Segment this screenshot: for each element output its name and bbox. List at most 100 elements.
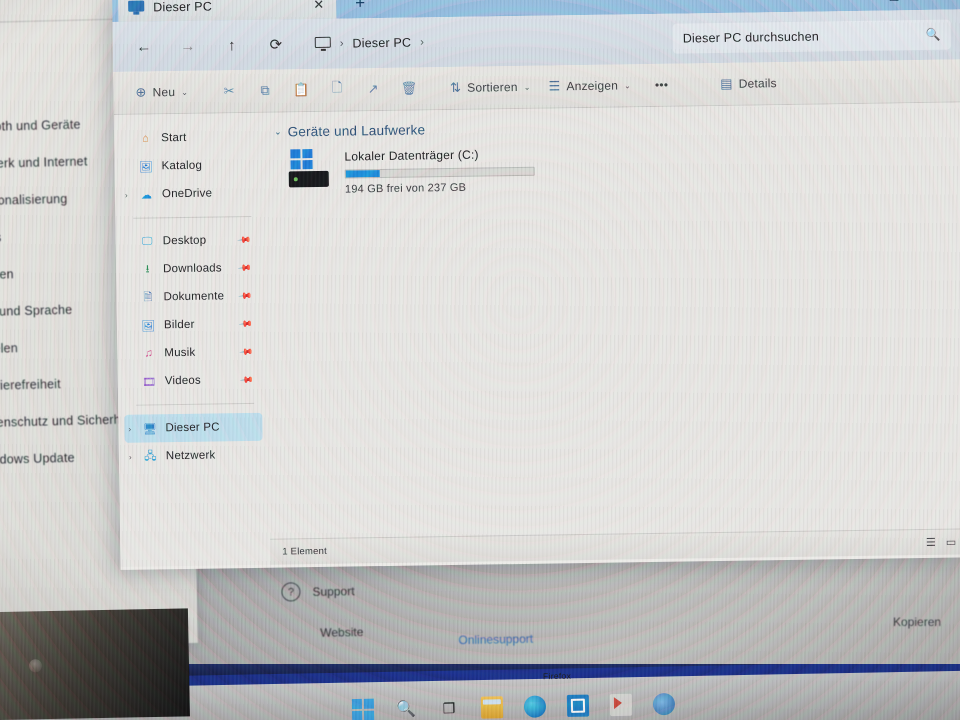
sidebar-item-label: Bilder [163, 318, 195, 332]
chevron-down-icon[interactable]: ⌄ [274, 126, 282, 137]
drive-name-label: Lokaler Datenträger (C:) [344, 147, 479, 164]
close-tab-icon[interactable]: ✕ [309, 0, 328, 13]
rename-button[interactable]: 🗋 [320, 75, 354, 104]
drive-free-label: 194 GB frei von 237 GB [344, 181, 467, 196]
sidebar-item-onedrive[interactable]: › ☁ OneDrive [121, 179, 259, 209]
sidebar-item-musik[interactable]: ♫ Musik 📌 [123, 338, 261, 368]
this-pc-icon [128, 0, 144, 14]
pin-icon[interactable]: 📌 [237, 316, 253, 332]
settings-item-label: Personalisierung [0, 191, 68, 208]
sidebar-item-desktop[interactable]: 🖵 Desktop 📌 [122, 226, 260, 256]
chevron-down-icon: ⌄ [181, 87, 189, 97]
cut-button[interactable]: ✂ [212, 77, 246, 106]
chevron-down-icon: ⌄ [624, 80, 632, 90]
onlinesupport-link[interactable]: Onlinesupport [458, 632, 533, 647]
plus-circle-icon: ⊕ [135, 84, 147, 100]
gallery-icon: 🖼 [138, 160, 154, 174]
refresh-button[interactable]: ⟳ [255, 29, 297, 60]
new-label: Neu [152, 85, 176, 100]
website-label[interactable]: Website [320, 625, 363, 640]
search-icon[interactable]: 🔍 [395, 698, 417, 720]
drive-usage-fill [345, 170, 380, 178]
store-icon[interactable] [566, 694, 590, 717]
app-icon-2[interactable] [652, 692, 676, 716]
pin-icon[interactable]: 📌 [237, 260, 252, 276]
search-input[interactable]: Dieser PC durchsuchen 🔍 [672, 19, 951, 54]
chevron-right-icon[interactable]: › [129, 452, 132, 461]
pin-icon[interactable]: 📌 [236, 232, 252, 248]
pictures-icon: 🖼 [141, 319, 156, 333]
breadcrumb[interactable]: › Dieser PC › [305, 24, 671, 59]
pin-icon[interactable]: 📌 [238, 344, 253, 360]
folder-icon[interactable] [480, 696, 504, 719]
new-button[interactable]: ⊕ Neu ⌄ [127, 78, 196, 107]
view-button[interactable]: ☰ Anzeigen ⌄ [540, 71, 639, 100]
navigation-pane: ⌂ Start 🖼 Katalog › ☁ OneDrive 🖵 Desktop… [114, 113, 271, 567]
details-pane-button[interactable]: ▤ Details [712, 69, 785, 98]
sidebar-item-label: Downloads [163, 262, 222, 276]
support-row[interactable]: ? Support [281, 581, 355, 602]
sidebar-item-dieser-pc[interactable]: › 🖥 Dieser PC [124, 412, 263, 443]
settings-item-label: etzwerk und Internet [0, 153, 88, 171]
app-icon[interactable] [609, 693, 633, 717]
sidebar-divider-2 [136, 402, 255, 406]
list-view-icon[interactable]: ☰ [926, 536, 936, 549]
sidebar-item-katalog[interactable]: 🖼 Katalog [120, 151, 258, 181]
sidebar-item-netzwerk[interactable]: › 🖧 Netzwerk [125, 441, 263, 471]
sort-button[interactable]: ⇅ Sortieren ⌄ [442, 73, 539, 102]
details-label: Details [738, 76, 777, 91]
pin-icon[interactable]: 📌 [238, 372, 254, 388]
sidebar-item-label: Videos [164, 374, 202, 388]
sidebar-item-start[interactable]: ⌂ Start [120, 123, 258, 153]
group-header-label: Geräte und Laufwerke [287, 122, 426, 140]
help-circle-icon: ? [281, 582, 301, 602]
paste-button[interactable]: 📋 [284, 76, 318, 105]
music-icon: ♫ [144, 347, 154, 360]
share-button[interactable]: ↗ [356, 75, 390, 104]
windows-logo-icon[interactable] [351, 698, 375, 720]
support-label: Support [312, 583, 355, 599]
details-pane-icon: ▤ [720, 75, 733, 91]
up-button[interactable]: ↑ [211, 30, 253, 61]
breadcrumb-separator-end[interactable]: › [420, 36, 424, 48]
chevron-right-icon[interactable]: › [128, 424, 131, 433]
chevron-right-icon[interactable]: › [125, 190, 128, 199]
home-icon: ⌂ [142, 132, 150, 145]
drive-usage-bar [344, 166, 535, 179]
sidebar-item-downloads[interactable]: ⭳ Downloads 📌 [122, 254, 260, 284]
forward-button[interactable]: → [167, 31, 209, 62]
search-icon: 🔍 [925, 27, 941, 42]
group-header-geraete[interactable]: ⌄ Geräte und Laufwerke [274, 114, 960, 139]
search-placeholder: Dieser PC durchsuchen [682, 29, 820, 46]
this-pc-icon: 🖥 [142, 422, 158, 436]
chevron-down-icon: ⌄ [523, 82, 531, 92]
sidebar-item-label: Netzwerk [165, 449, 216, 463]
settings-item-label: Windows Update [0, 450, 75, 467]
settings-item-label: Konten [0, 266, 14, 282]
more-options-button[interactable]: ••• [641, 71, 683, 100]
drive-item-c[interactable]: Lokaler Datenträger (C:) 194 GB frei von… [274, 139, 960, 196]
sidebar-item-videos[interactable]: 🎞 Videos 📌 [124, 366, 262, 396]
back-button[interactable]: ← [123, 31, 165, 62]
file-explorer-window: Dieser PC ✕ + — ▢ ✕ ← → ↑ ⟳ › Dieser PC … [112, 0, 960, 570]
desktop-icon: 🖵 [141, 234, 153, 248]
onedrive-icon: ☁ [140, 188, 153, 202]
delete-button[interactable]: 🗑 [392, 74, 426, 103]
copy-button[interactable]: ⧉ [248, 76, 282, 105]
minimize-button[interactable]: — [828, 0, 872, 11]
details-view-icon[interactable]: ▭ [946, 536, 957, 549]
task-view-icon[interactable]: ❐ [438, 697, 460, 719]
sidebar-item-label: Desktop [162, 234, 207, 248]
sort-icon: ⇅ [449, 79, 462, 95]
edge-icon[interactable] [523, 695, 547, 718]
sidebar-item-dokumente[interactable]: 🗎 Dokumente 📌 [122, 282, 260, 312]
settings-item-label: uetooth und Geräte [0, 117, 81, 134]
sidebar-divider [133, 215, 252, 219]
pin-icon[interactable]: 📌 [237, 288, 253, 304]
sidebar-item-bilder[interactable]: 🖼 Bilder 📌 [123, 310, 261, 340]
videos-icon: 🎞 [142, 375, 157, 389]
content-pane: ⌄ Geräte und Laufwerke Lokaler Datenträg… [264, 102, 960, 565]
breadcrumb-dieser-pc[interactable]: Dieser PC [352, 36, 411, 51]
new-tab-button[interactable]: + [348, 0, 372, 14]
maximize-button[interactable]: ▢ [872, 0, 916, 11]
